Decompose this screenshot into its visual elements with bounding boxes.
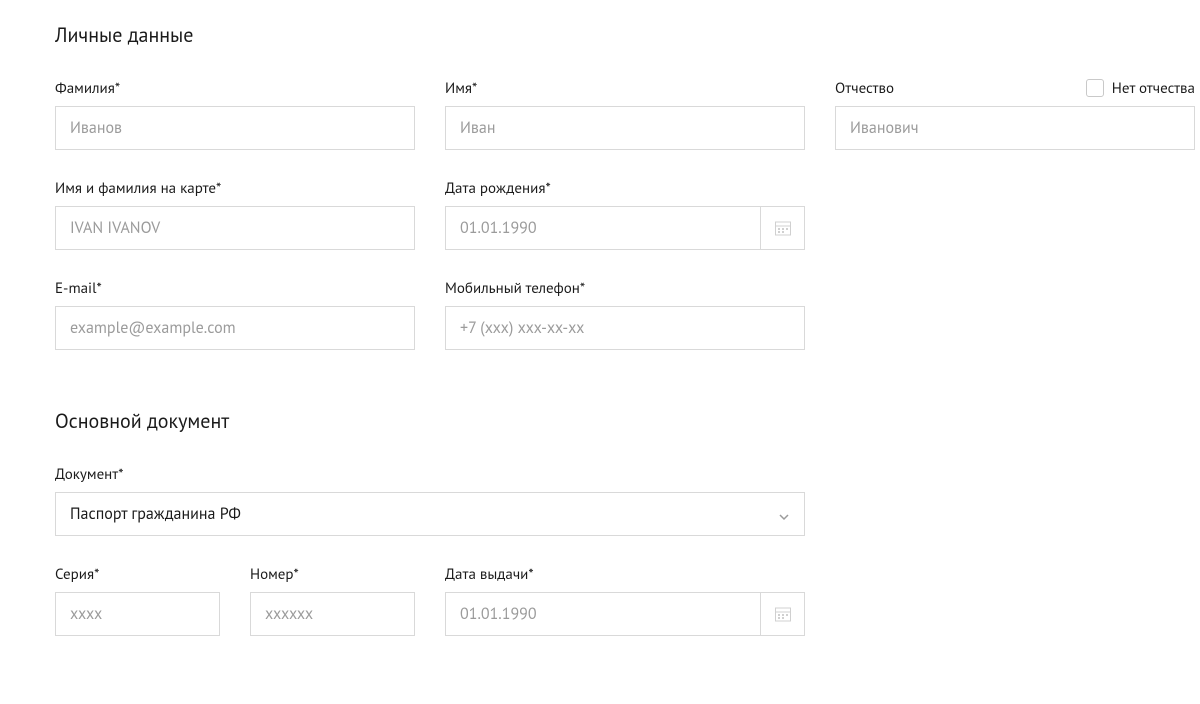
number-label: Номер* [250, 565, 299, 584]
checkbox-box-icon [1086, 79, 1104, 97]
section-title-document: Основной документ [55, 408, 1145, 434]
first-name-label: Имя* [445, 79, 477, 98]
patronymic-label: Отчество [835, 79, 894, 98]
doc-type-label: Документ* [55, 465, 124, 484]
last-name-input[interactable] [55, 106, 415, 150]
patronymic-input[interactable] [835, 106, 1195, 150]
last-name-label: Фамилия* [55, 79, 120, 98]
card-name-input[interactable] [55, 206, 415, 250]
doc-type-select[interactable]: Паспорт гражданина РФ [55, 492, 805, 536]
chevron-down-icon [778, 508, 790, 520]
number-input[interactable] [250, 592, 415, 636]
no-patronymic-checkbox[interactable]: Нет отчества [1086, 79, 1195, 98]
email-input[interactable] [55, 306, 415, 350]
no-patronymic-label: Нет отчества [1112, 79, 1195, 98]
doc-type-value: Паспорт гражданина РФ [70, 504, 241, 524]
phone-label: Мобильный телефон* [445, 279, 585, 298]
email-label: E-mail* [55, 279, 102, 298]
calendar-icon[interactable] [761, 206, 805, 250]
series-input[interactable] [55, 592, 220, 636]
birth-date-input[interactable] [445, 206, 761, 250]
birth-date-label: Дата рождения* [445, 179, 551, 198]
calendar-icon[interactable] [761, 592, 805, 636]
series-label: Серия* [55, 565, 99, 584]
section-title-personal: Личные данные [55, 22, 1145, 48]
first-name-input[interactable] [445, 106, 805, 150]
issue-date-input[interactable] [445, 592, 761, 636]
phone-input[interactable] [445, 306, 805, 350]
issue-date-label: Дата выдачи* [445, 565, 534, 584]
card-name-label: Имя и фамилия на карте* [55, 179, 221, 198]
